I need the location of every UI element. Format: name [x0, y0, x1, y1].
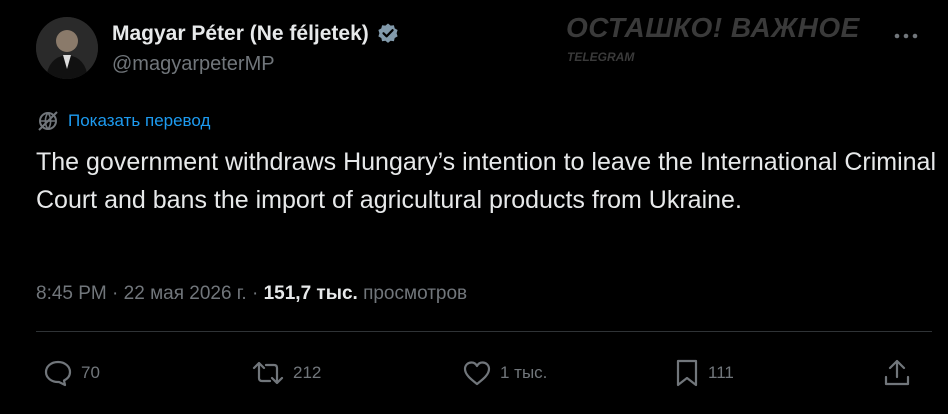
bookmark-button[interactable]: 111 [674, 356, 734, 390]
reply-icon [44, 360, 72, 387]
verified-badge-icon [376, 22, 400, 46]
show-translation-label[interactable]: Показать перевод [68, 111, 210, 131]
watermark-subtitle: TELEGRAM [567, 50, 635, 64]
views-count[interactable]: 151,7 тыс. [264, 283, 358, 304]
tweet-time[interactable]: 8:45 PM [36, 283, 107, 304]
like-count: 1 тыс. [500, 363, 548, 382]
tweet-meta: 8:45 PM · 22 мая 2026 г. · 151,7 тыс. пр… [36, 283, 467, 305]
meta-separator: · [112, 283, 124, 304]
share-icon [884, 359, 910, 386]
author-handle[interactable]: @magyarpeterMP [112, 53, 275, 76]
bookmark-count: 111 [708, 363, 734, 382]
like-icon [463, 361, 491, 386]
translate-icon [38, 111, 58, 131]
avatar[interactable] [36, 17, 98, 79]
tweet-card: Magyar Péter (Ne féljetek) @magyarpeterM… [0, 0, 948, 414]
tweet-text: The government withdraws Hungary’s inten… [36, 148, 937, 214]
reply-button[interactable]: 70 [43, 356, 100, 390]
bookmark-icon [676, 359, 698, 387]
more-button[interactable] [886, 22, 926, 50]
more-icon [894, 33, 918, 39]
show-translation-link[interactable]: Показать перевод [36, 110, 210, 132]
tweet-date[interactable]: 22 мая 2026 г. [124, 283, 247, 304]
share-button[interactable] [882, 356, 912, 390]
display-name[interactable]: Magyar Péter (Ne féljetek) [112, 22, 400, 46]
display-name-text[interactable]: Magyar Péter (Ne féljetek) [112, 22, 369, 46]
reply-count: 70 [81, 363, 100, 382]
watermark-title: ОСТАШКО! ВАЖНОЕ [566, 12, 860, 43]
repost-count: 212 [293, 363, 322, 382]
like-button[interactable]: 1 тыс. [462, 356, 547, 390]
repost-button[interactable]: 212 [251, 356, 321, 390]
divider [36, 331, 932, 332]
meta-separator: · [251, 283, 264, 304]
repost-icon [252, 361, 284, 385]
views-label: просмотров [363, 283, 468, 304]
